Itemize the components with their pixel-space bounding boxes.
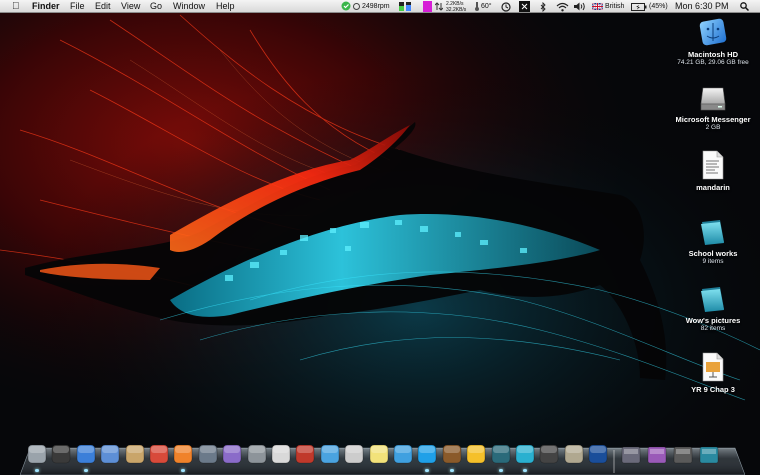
- temperature-readout[interactable]: 60°: [481, 0, 492, 13]
- desktop-wallpaper: [0, 0, 760, 475]
- menu-view[interactable]: View: [121, 0, 140, 13]
- script-menu-icon[interactable]: [519, 1, 530, 12]
- menubar-clock[interactable]: Mon 6:30 PM: [675, 0, 729, 13]
- dock-running-indicator: [84, 469, 88, 472]
- apple-menu-icon[interactable]: : [12, 0, 20, 13]
- cpu-meter-icon[interactable]: [399, 2, 404, 11]
- desktop-icon-sublabel: 9 items: [702, 258, 724, 265]
- shield-check-icon[interactable]: [341, 1, 351, 11]
- dock-world-of-warcraft-icon[interactable]: [441, 443, 463, 465]
- dock-address-book-icon[interactable]: [124, 443, 146, 465]
- dock-spy-icon[interactable]: [538, 443, 560, 465]
- dock-running-indicator: [181, 469, 185, 472]
- dock-firefox-icon[interactable]: [172, 443, 194, 465]
- dock-adium-icon[interactable]: [465, 443, 487, 465]
- dock-chess-icon[interactable]: [343, 443, 365, 465]
- desktop-icon-microsoft-messenger[interactable]: Microsoft Messenger 2 GB: [668, 84, 758, 132]
- finder-disk-icon: [699, 18, 727, 46]
- bluetooth-icon[interactable]: [540, 2, 546, 12]
- menu-bar:  Finder File Edit View Go Window Help 2…: [0, 0, 760, 13]
- folder-icon: [701, 287, 724, 312]
- dock-running-indicator: [499, 469, 503, 472]
- menu-window[interactable]: Window: [173, 0, 205, 13]
- thermometer-icon[interactable]: [474, 2, 480, 11]
- input-language[interactable]: British: [605, 0, 624, 13]
- memory-meter-icon[interactable]: [406, 2, 411, 11]
- dock-running-indicator: [35, 469, 39, 472]
- dock-system-preferences-icon[interactable]: [246, 443, 268, 465]
- dock-dashboard-icon[interactable]: [50, 443, 72, 465]
- dock-itunes-icon[interactable]: [319, 443, 341, 465]
- desktop-icon-sublabel: 2 GB: [705, 124, 721, 131]
- desktop-icon-wows-pictures[interactable]: Wow's pictures 82 items: [668, 285, 758, 333]
- dock-mail-icon[interactable]: [99, 443, 121, 465]
- desktop-icon-school-works[interactable]: School works 9 items: [668, 218, 758, 266]
- desktop-icon-yr9-chap3[interactable]: YR 9 Chap 3: [668, 352, 758, 394]
- menu-go[interactable]: Go: [150, 0, 162, 13]
- dock-messenger-icon[interactable]: [392, 443, 414, 465]
- volume-icon[interactable]: [574, 2, 586, 11]
- desktop-icon-label: Macintosh HD: [687, 50, 738, 59]
- dock-safari-icon[interactable]: [75, 443, 97, 465]
- presentation-icon: [702, 352, 724, 382]
- dock-running-indicator: [425, 469, 429, 472]
- menu-file[interactable]: File: [70, 0, 85, 13]
- dock-running-indicator: [523, 469, 527, 472]
- time-machine-icon[interactable]: [501, 2, 511, 12]
- app-menu-finder[interactable]: Finder: [32, 0, 60, 13]
- dock-textedit-icon[interactable]: [270, 443, 292, 465]
- dock-photo-booth-icon[interactable]: [294, 443, 316, 465]
- desktop-icon-label: Wow's pictures: [685, 316, 741, 325]
- network-download: 32.2KB/s: [446, 7, 467, 13]
- dock-script-editor-icon[interactable]: [563, 443, 585, 465]
- desktop-icon-label: Microsoft Messenger: [675, 115, 751, 124]
- dock-documents-stack-icon[interactable]: [646, 443, 668, 465]
- dock-applications-stack-icon[interactable]: [620, 443, 642, 465]
- external-drive-icon: [700, 87, 726, 111]
- desktop-icon-sublabel: 74.21 GB, 29.06 GB free: [677, 59, 749, 66]
- desktop-icon-sublabel: 82 items: [700, 325, 726, 332]
- dock-downloads-stack-icon[interactable]: [672, 443, 694, 465]
- desktop-icon-macintosh-hd[interactable]: Macintosh HD 74.21 GB, 29.06 GB free: [668, 17, 758, 67]
- desktop-icon-label: YR 9 Chap 3: [691, 385, 735, 394]
- dock-skype-icon[interactable]: [416, 443, 438, 465]
- dock-avatar-icon[interactable]: [514, 443, 536, 465]
- folder-icon: [701, 220, 724, 245]
- desktop-icon-label: School works: [688, 249, 738, 258]
- battery-percent[interactable]: (45%): [649, 0, 668, 13]
- fan-icon[interactable]: [353, 2, 360, 11]
- fan-speed[interactable]: 2498rpm: [362, 0, 390, 13]
- dock-stickies-icon[interactable]: [368, 443, 390, 465]
- spotlight-search-icon[interactable]: [740, 2, 749, 11]
- dock-preview-icon[interactable]: [197, 443, 219, 465]
- dock-time-machine-icon[interactable]: [490, 443, 512, 465]
- uk-flag-icon[interactable]: [592, 3, 603, 10]
- desktop-icon-label: mandarin: [696, 183, 730, 192]
- network-arrows-icon[interactable]: [435, 2, 443, 11]
- dock-ical-icon[interactable]: [148, 443, 170, 465]
- desktop-icon-mandarin[interactable]: mandarin: [668, 150, 758, 192]
- wifi-icon[interactable]: [556, 2, 569, 12]
- dock-trash-icon[interactable]: [698, 443, 720, 465]
- dock-finder-icon[interactable]: [26, 443, 48, 465]
- dock-photoshop-icon[interactable]: [587, 443, 609, 465]
- menu-edit[interactable]: Edit: [95, 0, 111, 13]
- dock-inkscape-icon[interactable]: [221, 443, 243, 465]
- disk-activity-icon[interactable]: [423, 1, 432, 12]
- battery-icon[interactable]: [631, 3, 647, 11]
- document-icon: [702, 150, 724, 180]
- dock-running-indicator: [450, 469, 454, 472]
- menu-help[interactable]: Help: [216, 0, 235, 13]
